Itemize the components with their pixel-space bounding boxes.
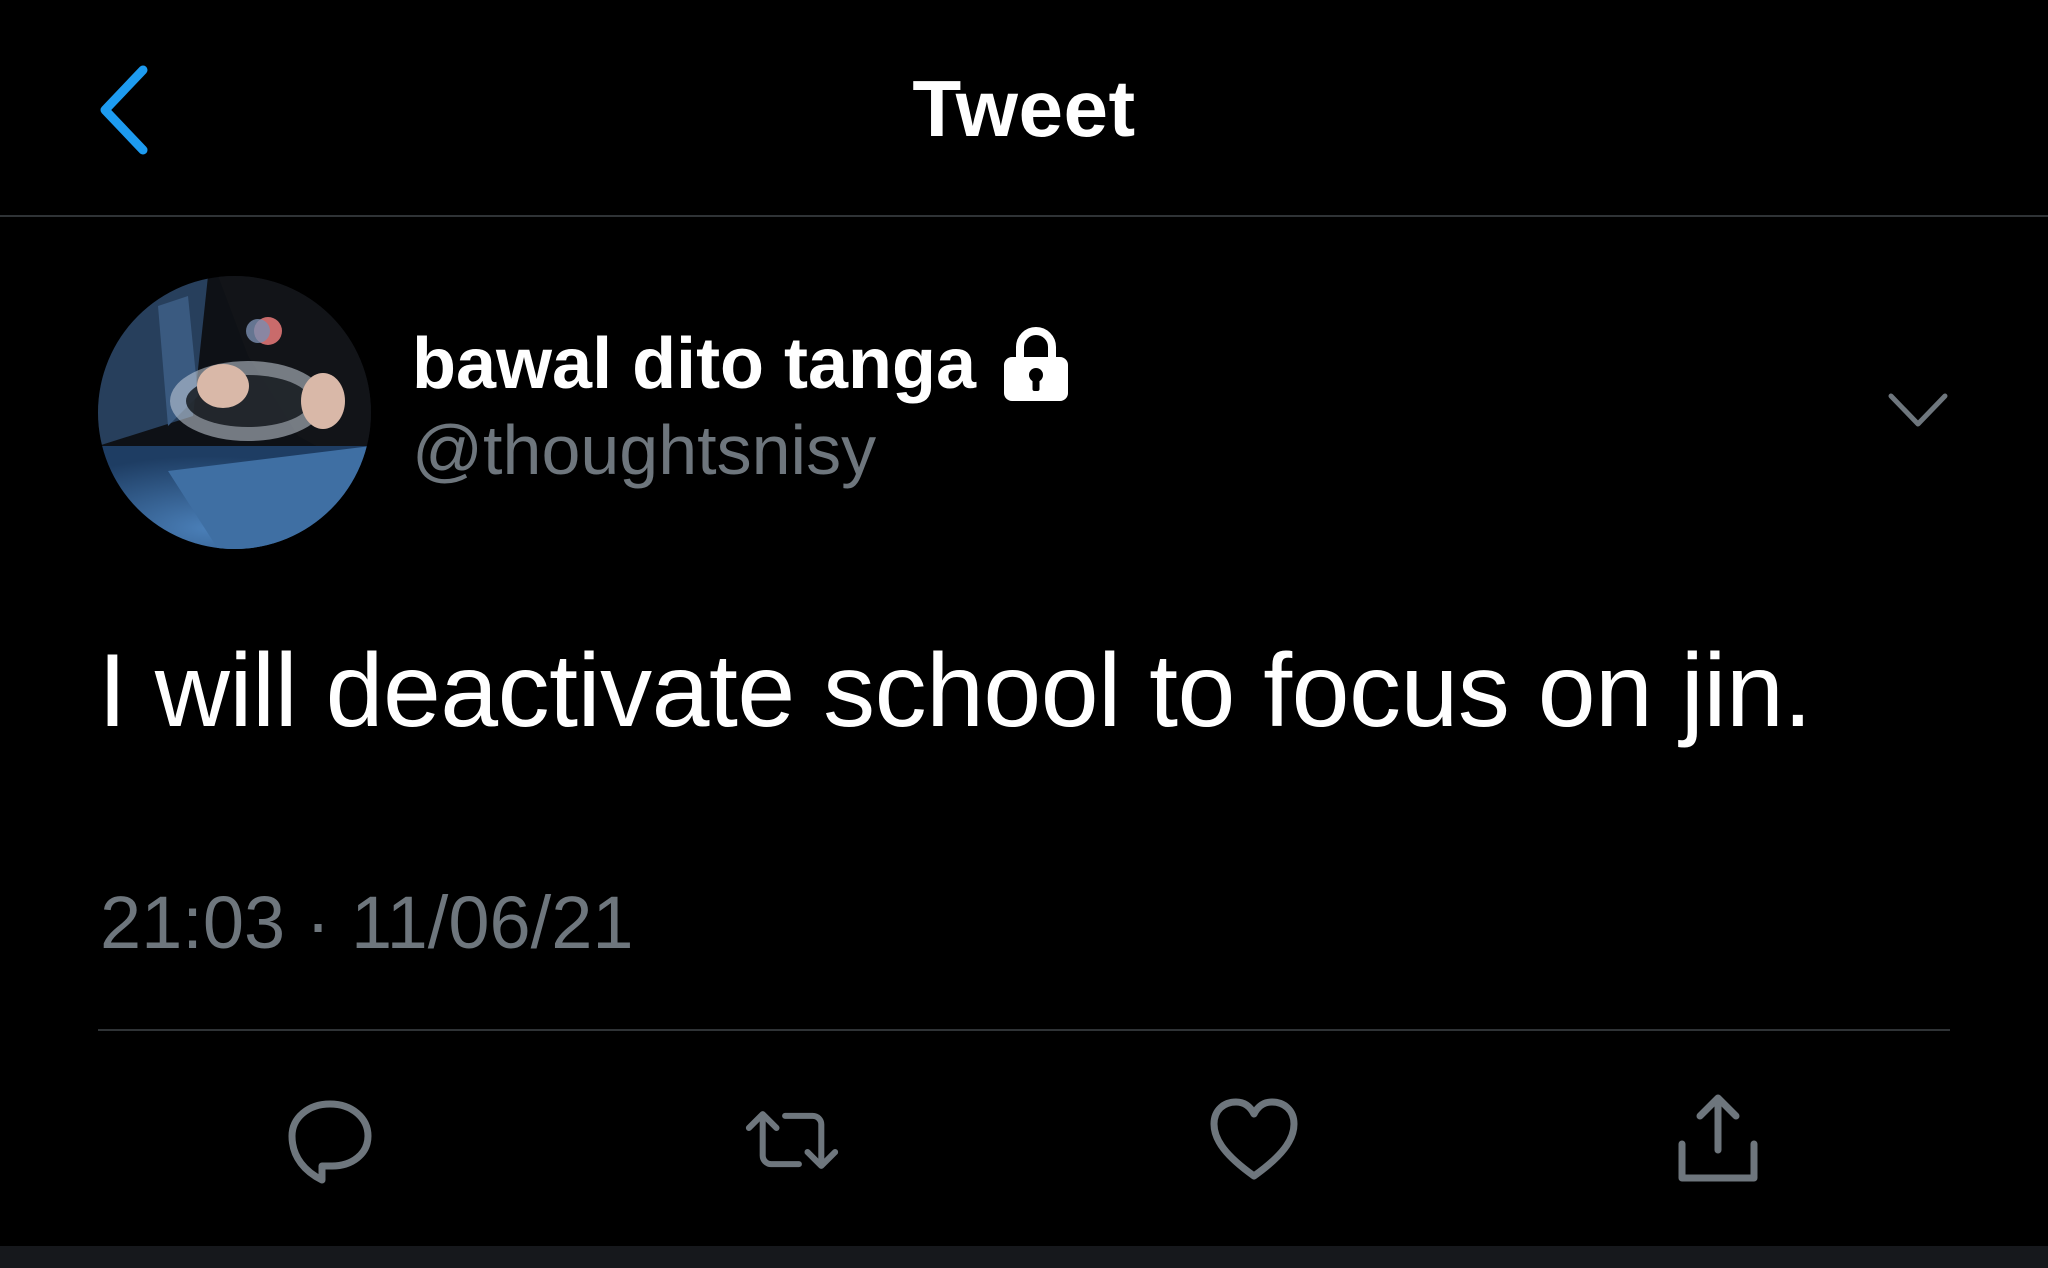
tweet-text: I will deactivate school to focus on jin… — [98, 633, 1812, 749]
display-name[interactable]: bawal dito tanga — [412, 323, 976, 405]
like-button[interactable] — [1204, 1090, 1304, 1190]
bottom-edge — [0, 1246, 2048, 1268]
retweet-button[interactable] — [742, 1090, 842, 1190]
retweet-icon — [745, 1111, 839, 1169]
share-icon — [1678, 1094, 1758, 1182]
page-title-container: Tweet — [0, 0, 2048, 217]
top-navigation-bar: Tweet — [0, 0, 2048, 217]
display-name-row: bawal dito tanga — [412, 318, 1072, 410]
lock-icon — [1004, 327, 1069, 401]
tweet-action-bar — [0, 1090, 2048, 1190]
chevron-down-icon — [1888, 393, 1948, 427]
share-button[interactable] — [1668, 1090, 1768, 1190]
heart-icon — [1210, 1098, 1298, 1180]
user-info[interactable]: bawal dito tanga @thoughtsnisy — [412, 318, 1072, 490]
chevron-left-icon — [100, 65, 148, 154]
tweet-timestamp[interactable]: 21:03 · 11/06/21 — [100, 880, 634, 965]
reply-icon — [288, 1100, 372, 1184]
user-handle[interactable]: @thoughtsnisy — [412, 410, 1072, 490]
back-button[interactable] — [78, 52, 168, 167]
page-title: Tweet — [912, 63, 1136, 153]
divider — [98, 1029, 1950, 1031]
avatar-image — [98, 276, 371, 549]
avatar[interactable] — [98, 276, 371, 549]
reply-button[interactable] — [280, 1090, 380, 1190]
more-options-button[interactable] — [1878, 380, 1958, 440]
